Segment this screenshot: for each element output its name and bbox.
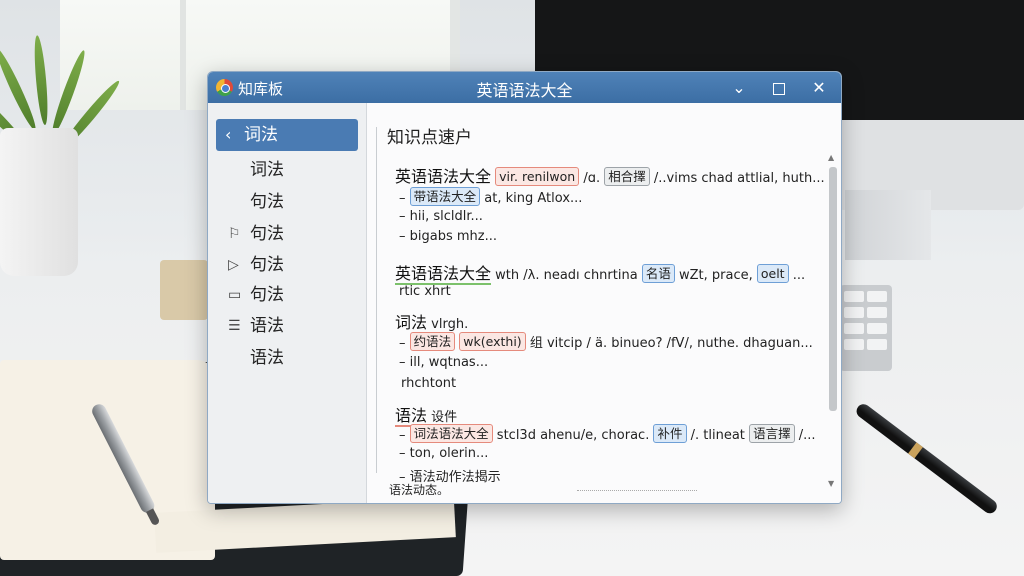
folder-icon: ▭ xyxy=(228,287,242,303)
monitor-stand xyxy=(845,190,931,260)
entry-text: bigabs mhz... xyxy=(409,229,498,244)
entry-text: at, king Atlox... xyxy=(484,191,583,206)
section-row: 英语语法大全 wth /λ. neadı chnrtina 名语 wZt, pr… xyxy=(395,260,806,285)
entry-text: rtic xhrt xyxy=(399,284,451,299)
entry-text: wth /λ. neadı chnrtina xyxy=(495,268,638,283)
sidebar-item-label: 句法 xyxy=(250,192,284,212)
sidebar-item-syntax[interactable]: 句法 xyxy=(216,186,358,218)
keyword-tag[interactable]: 补件 xyxy=(653,424,687,443)
entry-text: 组 xyxy=(529,336,543,351)
sidebar-item-label: 句法 xyxy=(250,224,284,244)
book-icon: ⚐ xyxy=(228,226,241,242)
entry-text: hii, slcldlr... xyxy=(409,209,483,224)
keyword-tag[interactable]: 相合擇 xyxy=(604,167,650,186)
scrollbar-thumb[interactable] xyxy=(829,167,837,411)
list-item: – 词法语法大全 stcl3d ahenu/e, chorac. 补件 /. t… xyxy=(399,424,816,443)
keyword-tag[interactable]: 带语法大全 xyxy=(409,187,481,206)
section-heading-suffix: vlrgh. xyxy=(431,317,469,332)
list-item: rhchtont xyxy=(401,376,456,391)
maximize-icon xyxy=(773,82,785,95)
document-icon: ☰ xyxy=(228,318,241,334)
sidebar-item-syntax-book[interactable]: ⚐ 句法 xyxy=(216,218,358,250)
list-item: – 带语法大全 at, king Atlox... xyxy=(399,187,582,206)
keyword-tag[interactable]: 语言擇 xyxy=(749,424,795,443)
bullet: – xyxy=(399,428,410,443)
entry-text: rhchtont xyxy=(401,376,457,391)
sidebar-item-label: 词法 xyxy=(244,125,278,145)
plant-leaf xyxy=(32,34,50,126)
sidebar-item-lexis[interactable]: 词法 xyxy=(216,154,358,186)
list-item: – ton, olerin... xyxy=(399,446,488,461)
bullet: – xyxy=(399,355,410,370)
bullet: – xyxy=(399,191,410,206)
footer-text: 语法动态。 xyxy=(389,483,450,497)
list-item: rtic xhrt xyxy=(399,284,451,299)
entry-text: vitcip / ä. binueo? /fV/, nuthe. dhaguan… xyxy=(546,336,813,351)
sidebar-item-lexis-active[interactable]: ‹ 词法 xyxy=(216,119,358,151)
list-item: – bigabs mhz... xyxy=(399,229,497,244)
minimize-button[interactable]: ⌄ xyxy=(719,72,759,103)
sidebar-item-syntax-play[interactable]: ▷ 句法 xyxy=(216,249,358,281)
vertical-scrollbar[interactable]: ▲ ▼ xyxy=(827,153,839,493)
title-bar[interactable]: 知库板 英语语法大全 ⌄ ✕ xyxy=(208,72,841,103)
keyword-tag[interactable]: 约语法 xyxy=(409,332,456,351)
page-title: 知识点速户 xyxy=(387,128,472,148)
scroll-down-icon[interactable]: ▼ xyxy=(828,479,834,488)
sidebar-item-grammar[interactable]: 语法 xyxy=(216,342,358,374)
entry-text: /ɑ. xyxy=(583,171,601,186)
entry-text: ill, wqtnas... xyxy=(409,355,489,370)
window-pane xyxy=(180,0,186,110)
plant-pot xyxy=(0,128,78,276)
app-window: 知库板 英语语法大全 ⌄ ✕ ‹ 词法 词法 句法 ⚐ 句法 ▷ 句法 ▭ 句法… xyxy=(207,71,842,504)
bullet: – xyxy=(399,229,410,244)
keyword-tag[interactable]: 词法语法大全 xyxy=(409,424,493,443)
keyword-tag[interactable]: wk(exthi) xyxy=(459,332,526,351)
keyword-tag[interactable]: vir. renilwon xyxy=(495,167,580,186)
keyboard xyxy=(840,285,892,371)
section-heading-suffix: 设件 xyxy=(431,410,458,425)
entry-text: /... xyxy=(798,428,816,443)
section-row: 英语语法大全 vir. renilwon /ɑ. 相合擇 /..vims cha… xyxy=(395,163,825,187)
chevron-left-icon: ‹ xyxy=(225,125,232,144)
section-heading: 英语语法大全 xyxy=(395,264,492,285)
sidebar-item-label: 句法 xyxy=(250,255,284,275)
wooden-keyboard xyxy=(160,260,208,320)
close-button[interactable]: ✕ xyxy=(799,72,839,103)
bullet: – xyxy=(399,446,410,461)
sidebar-item-label: 句法 xyxy=(250,285,284,305)
entry-text: wZt, prace, xyxy=(678,268,753,283)
section-heading: 英语语法大全 xyxy=(395,167,492,186)
divider xyxy=(376,127,377,473)
sidebar-item-syntax-folder[interactable]: ▭ 句法 xyxy=(216,279,358,311)
scroll-up-icon[interactable]: ▲ xyxy=(828,153,834,162)
entry-text: /. tlineat xyxy=(690,428,745,443)
maximize-button[interactable] xyxy=(759,72,799,103)
list-item: – 约语法 wk(exthi) 组 vitcip / ä. binueo? /f… xyxy=(399,332,813,351)
list-item: – ill, wqtnas... xyxy=(399,355,488,370)
bullet: – xyxy=(399,336,410,351)
entry-text: ... xyxy=(792,268,806,283)
play-icon: ▷ xyxy=(228,257,239,273)
content-pane: 知识点速户 英语语法大全 vir. renilwon /ɑ. 相合擇 /..vi… xyxy=(367,103,841,503)
divider xyxy=(577,490,697,491)
bullet: – xyxy=(399,209,410,224)
sidebar-item-label: 语法 xyxy=(250,348,284,368)
sidebar-item-label: 语法 xyxy=(250,316,284,336)
section-heading: 词法 xyxy=(395,313,428,332)
entry-text: /..vims chad attlial, huth... xyxy=(653,171,825,186)
entry-text: stcl3d ahenu/e, chorac. xyxy=(496,428,650,443)
section-row: 词法 vlrgh. xyxy=(395,309,468,333)
list-item: – hii, slcldlr... xyxy=(399,209,483,224)
keyword-tag[interactable]: 名语 xyxy=(641,264,675,283)
sidebar-item-label: 词法 xyxy=(250,160,284,180)
keyword-tag[interactable]: oelt xyxy=(756,264,789,283)
sidebar-item-grammar-doc[interactable]: ☰ 语法 xyxy=(216,310,358,342)
entry-text: ton, olerin... xyxy=(409,446,489,461)
section-row: 语法 设件 xyxy=(395,402,458,427)
sidebar: ‹ 词法 词法 句法 ⚐ 句法 ▷ 句法 ▭ 句法 ☰ 语法 语法 xyxy=(208,103,367,503)
